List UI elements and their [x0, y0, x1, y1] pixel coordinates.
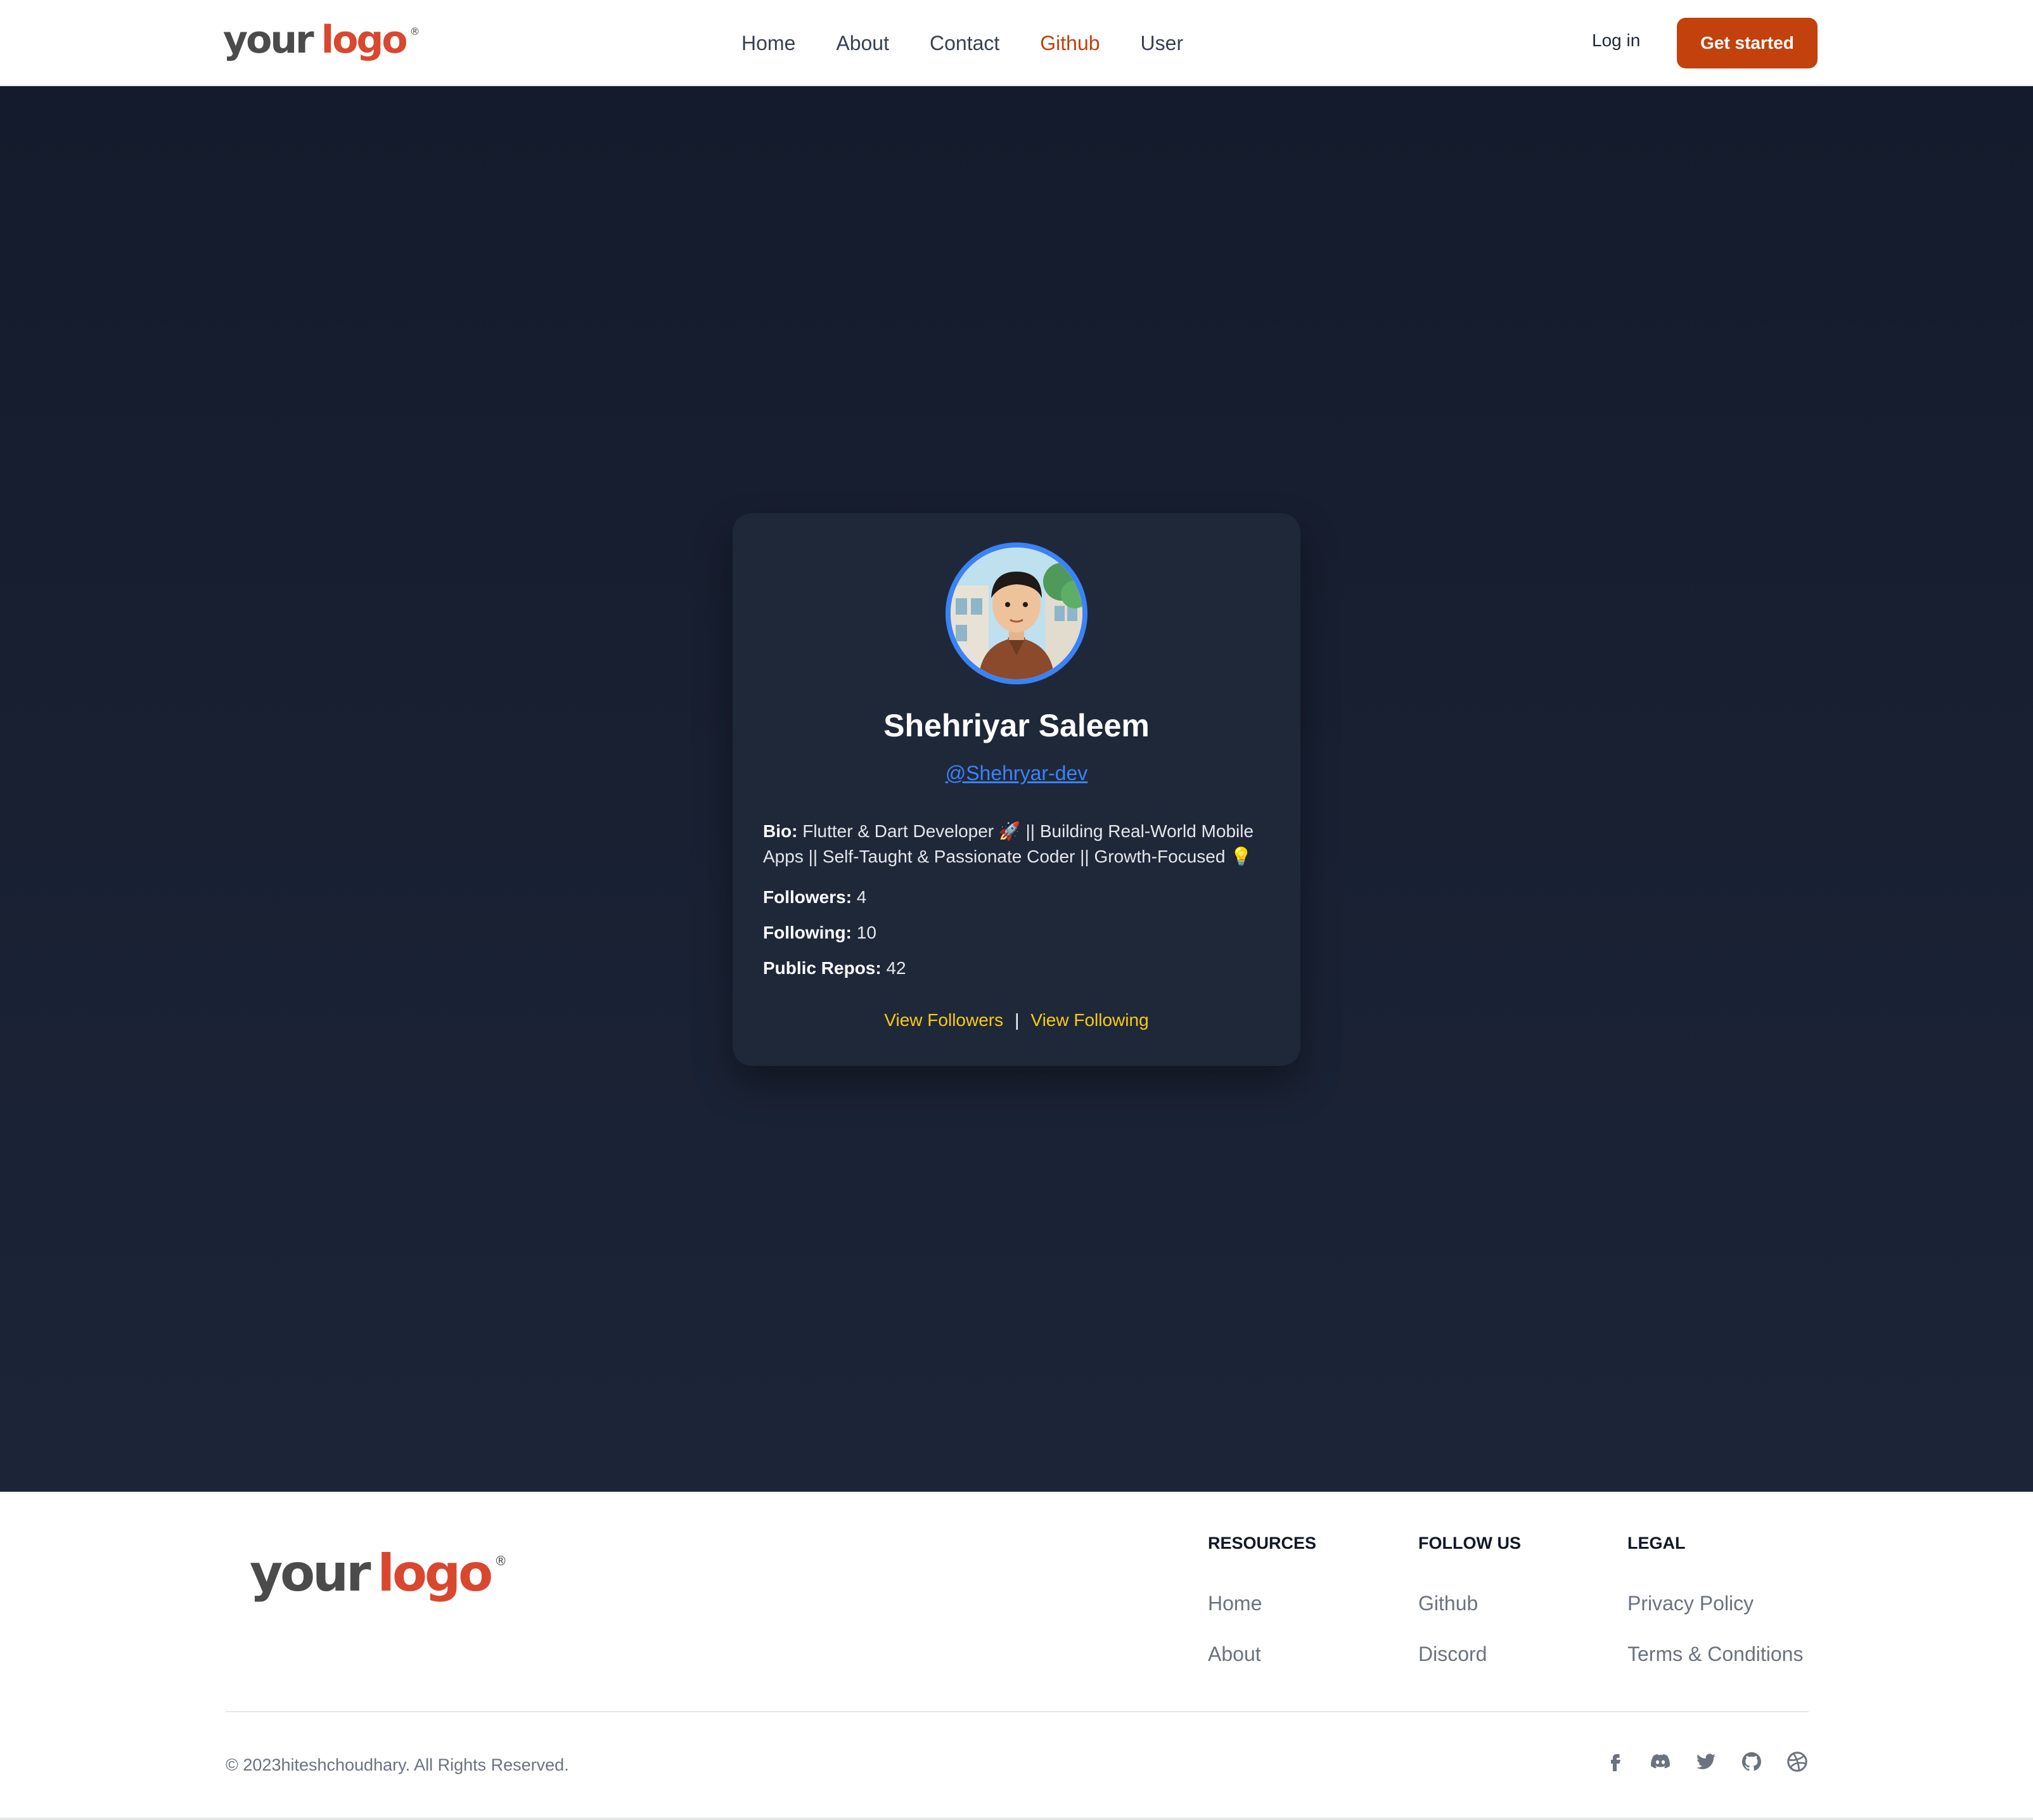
nav-user[interactable]: User [1141, 32, 1184, 55]
footer-heading-resources: RESOURCES [1208, 1534, 1317, 1553]
page-bottom-border [0, 1817, 2033, 1820]
header-logo[interactable]: your logo ® [223, 18, 420, 62]
profile-name: Shehriyar Saleem [883, 708, 1150, 743]
github-icon[interactable] [1740, 1750, 1763, 1773]
profile-card: Shehriyar Saleem @Shehryar-dev Bio: Flut… [733, 513, 1300, 1066]
nav-home[interactable]: Home [741, 32, 795, 55]
nav-contact[interactable]: Contact [930, 32, 999, 55]
footer-logo[interactable]: your logo ® [250, 1544, 507, 1603]
following-count: 10 [856, 923, 876, 942]
footer-column-resources: RESOURCES Home About [1208, 1534, 1317, 1665]
footer-link-about[interactable]: About [1208, 1643, 1261, 1666]
repos-stat: Public Repos: 42 [763, 958, 906, 978]
profile-handle-link[interactable]: @Shehryar-dev [733, 762, 1300, 785]
footer-link-terms[interactable]: Terms & Conditions [1627, 1643, 1803, 1666]
repos-label: Public Repos: [763, 958, 882, 978]
footer-link-home[interactable]: Home [1208, 1592, 1262, 1615]
footer-divider [226, 1711, 1809, 1712]
discord-icon[interactable] [1649, 1750, 1672, 1773]
social-links [1603, 1750, 1809, 1773]
follow-links: View Followers | View Following [733, 1010, 1300, 1030]
links-separator: | [1015, 1010, 1020, 1030]
following-stat: Following: 10 [763, 923, 876, 943]
bio-text: Flutter & Dart Developer 🚀 || Building R… [763, 821, 1254, 866]
avatar [946, 542, 1087, 684]
get-started-button[interactable]: Get started [1677, 18, 1818, 68]
main-content: Shehriyar Saleem @Shehryar-dev Bio: Flut… [0, 86, 2033, 1492]
footer-column-legal: LEGAL Privacy Policy Terms & Conditions [1627, 1534, 1803, 1665]
dribbble-icon[interactable] [1786, 1750, 1809, 1773]
bio-label: Bio: [763, 821, 798, 841]
repos-count: 42 [886, 958, 906, 978]
nav-github[interactable]: Github [1040, 32, 1100, 55]
footer-heading-legal: LEGAL [1627, 1534, 1686, 1553]
footer-link-github[interactable]: Github [1418, 1592, 1478, 1615]
following-label: Following: [763, 923, 852, 942]
view-following-link[interactable]: View Following [1030, 1010, 1148, 1030]
view-followers-link[interactable]: View Followers [884, 1010, 1003, 1030]
avatar-illustration [951, 548, 1082, 679]
footer-link-discord[interactable]: Discord [1418, 1643, 1487, 1666]
followers-stat: Followers: 4 [763, 887, 866, 907]
main-nav: Home About Contact Github User [741, 0, 1183, 86]
facebook-icon[interactable] [1603, 1750, 1626, 1773]
footer-column-follow: FOLLOW US Github Discord [1418, 1534, 1521, 1665]
followers-count: 4 [856, 887, 867, 907]
profile-bio: Bio: Flutter & Dart Developer 🚀 || Build… [763, 819, 1270, 869]
copyright-text: © 2023hiteshchoudhary. All Rights Reserv… [226, 1755, 569, 1774]
site-header: your logo ® Home About Contact Github Us… [0, 0, 2033, 86]
twitter-icon[interactable] [1695, 1750, 1717, 1773]
footer-link-privacy[interactable]: Privacy Policy [1627, 1592, 1754, 1615]
footer-heading-follow: FOLLOW US [1418, 1534, 1521, 1553]
followers-label: Followers: [763, 887, 852, 907]
login-link[interactable]: Log in [1592, 30, 1640, 51]
nav-about[interactable]: About [836, 32, 889, 55]
